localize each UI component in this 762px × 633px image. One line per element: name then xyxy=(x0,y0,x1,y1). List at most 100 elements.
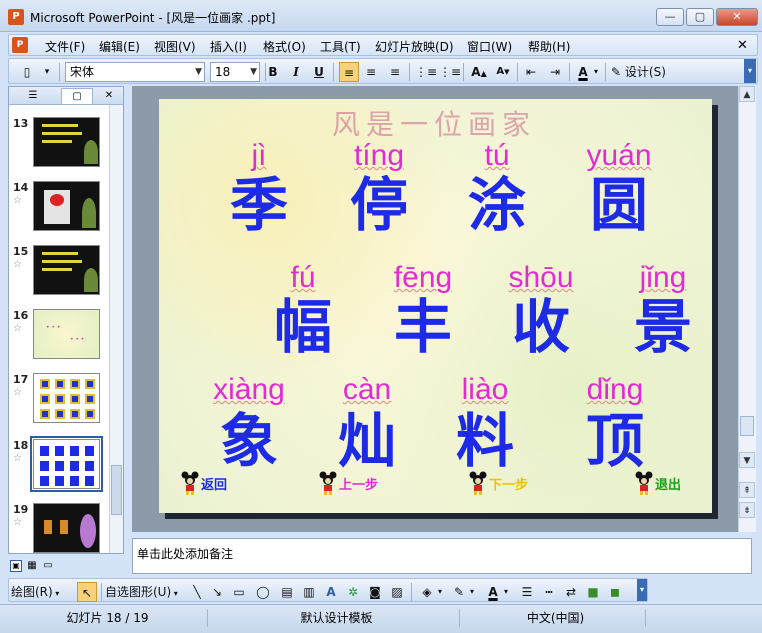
oval-tool-icon[interactable]: ◯ xyxy=(253,582,273,602)
diagram-icon[interactable]: ✲ xyxy=(343,582,363,602)
language-indicator[interactable]: 中文(中国) xyxy=(466,609,646,627)
increase-font-icon[interactable]: A▲ xyxy=(469,62,489,82)
normal-view-icon[interactable]: ▣ xyxy=(10,560,22,572)
vertical-scrollbar[interactable]: ▲ ▼ ⇞ ⇟ xyxy=(738,86,756,532)
chevron-down-icon[interactable]: ▼ xyxy=(250,63,257,81)
menu-insert[interactable]: 插入(I) xyxy=(210,38,247,55)
font-color-button[interactable]: A xyxy=(573,62,593,82)
numbered-list-icon[interactable]: ⋮≡ xyxy=(415,62,437,82)
slide-nav-button[interactable]: 下一步 xyxy=(469,471,528,495)
document-close-button[interactable]: ✕ xyxy=(737,38,748,53)
new-document-icon[interactable]: ▯ xyxy=(17,62,37,82)
scroll-up-icon[interactable]: ▲ xyxy=(739,86,755,102)
insert-picture-icon[interactable]: ▨ xyxy=(387,582,407,602)
outline-tab-icon[interactable]: ☰ xyxy=(17,88,49,104)
align-right-icon[interactable]: ≡ xyxy=(385,62,405,82)
maximize-button[interactable]: ▢ xyxy=(686,8,714,26)
3d-style-icon[interactable]: ◼ xyxy=(605,582,625,602)
chinese-character[interactable]: 圆 xyxy=(549,173,689,237)
font-size-select[interactable]: 18 ▼ xyxy=(210,62,260,82)
powerpoint-app-icon[interactable]: P xyxy=(8,9,24,25)
select-pointer-icon[interactable]: ↖ xyxy=(77,582,97,602)
menu-window[interactable]: 窗口(W) xyxy=(467,38,512,55)
fill-color-icon[interactable]: ◈ xyxy=(417,582,437,602)
menu-format[interactable]: 格式(O) xyxy=(263,38,306,55)
wordart-icon[interactable]: A xyxy=(321,582,341,602)
slide-nav-button[interactable]: 返回 xyxy=(181,471,227,495)
line-style-icon[interactable]: ☰ xyxy=(517,582,537,602)
pinyin-label[interactable]: jǐng xyxy=(593,261,712,295)
decrease-font-icon[interactable]: A▼ xyxy=(493,62,513,82)
slide-nav-label[interactable]: 上一步 xyxy=(339,478,378,493)
slide-canvas[interactable]: 风是一位画家 jì 季 tíng 停 tú 涂 yuán 圆 fú 幅 fēng 丰 shōu 收 jǐng… xyxy=(159,99,712,513)
toolbar-options-icon[interactable]: ▾ xyxy=(37,62,57,82)
document-icon[interactable]: P xyxy=(12,37,28,53)
menu-file[interactable]: 文件(F) xyxy=(45,38,85,55)
close-button[interactable]: ✕ xyxy=(716,8,758,26)
menu-edit[interactable]: 编辑(E) xyxy=(99,38,140,55)
menu-help[interactable]: 帮助(H) xyxy=(528,38,570,55)
slide-thumbnail[interactable] xyxy=(33,373,100,423)
shadow-style-icon[interactable]: ■ xyxy=(583,582,603,602)
underline-button[interactable]: U xyxy=(309,62,329,82)
chinese-character[interactable]: 涂 xyxy=(427,173,567,237)
chevron-down-icon[interactable]: ▼ xyxy=(195,63,202,81)
slide-thumbnail[interactable] xyxy=(30,436,103,492)
previous-slide-icon[interactable]: ⇞ xyxy=(739,482,755,498)
chevron-down-icon[interactable]: ▾ xyxy=(435,582,445,602)
slide-thumbnail[interactable] xyxy=(33,245,100,295)
slideshow-view-icon[interactable]: ▭ xyxy=(42,560,54,572)
chinese-character[interactable]: 料 xyxy=(415,409,555,473)
pinyin-label[interactable]: tú xyxy=(427,139,567,173)
chinese-character[interactable]: 季 xyxy=(189,173,329,237)
scroll-thumb[interactable] xyxy=(740,416,754,436)
toolbar-overflow-icon[interactable]: ▾ xyxy=(637,579,647,601)
slide-nav-label[interactable]: 退出 xyxy=(655,478,681,493)
pane-close-button[interactable]: ✕ xyxy=(99,88,119,104)
decrease-indent-icon[interactable]: ⇤ xyxy=(521,62,541,82)
vertical-textbox-icon[interactable]: ▥ xyxy=(299,582,319,602)
chinese-character[interactable]: 景 xyxy=(593,295,712,359)
font-name-select[interactable]: 宋体 ▼ xyxy=(65,62,205,82)
chevron-down-icon[interactable]: ▾ xyxy=(467,582,477,602)
design-template-name[interactable]: 默认设计模板 xyxy=(214,609,460,627)
slide-sorter-icon[interactable]: ▦ xyxy=(26,560,38,572)
pinyin-label[interactable]: shōu xyxy=(471,261,611,295)
slide-title[interactable]: 风是一位画家 xyxy=(219,103,649,143)
slide-nav-button[interactable]: 退出 xyxy=(635,471,681,495)
align-left-icon[interactable]: ≡ xyxy=(339,62,359,82)
align-center-icon[interactable]: ≡ xyxy=(361,62,381,82)
arrow-style-icon[interactable]: ⇄ xyxy=(561,582,581,602)
chinese-character[interactable]: 顶 xyxy=(545,409,685,473)
textbox-tool-icon[interactable]: ▤ xyxy=(277,582,297,602)
chevron-down-icon[interactable]: ▾ xyxy=(501,582,511,602)
scroll-down-icon[interactable]: ▼ xyxy=(739,452,755,468)
slide-thumbnail[interactable] xyxy=(33,503,100,553)
design-button[interactable]: ✎ 设计(S) xyxy=(611,62,681,82)
menu-tools[interactable]: 工具(T) xyxy=(320,38,361,55)
italic-button[interactable]: I xyxy=(286,62,306,82)
chevron-down-icon[interactable]: ▾ xyxy=(591,62,601,82)
thumbnail-scrollbar[interactable] xyxy=(109,105,123,553)
next-slide-icon[interactable]: ⇟ xyxy=(739,502,755,518)
notes-placeholder[interactable]: 单击此处添加备注 xyxy=(137,545,233,562)
pinyin-label[interactable]: dǐng xyxy=(545,373,685,407)
line-tool-icon[interactable]: ╲ xyxy=(187,582,207,602)
increase-indent-icon[interactable]: ⇥ xyxy=(545,62,565,82)
toolbar-overflow-icon[interactable]: ▾ xyxy=(744,59,756,83)
draw-menu-button[interactable]: 绘图(R) ▾ xyxy=(11,582,71,602)
menu-view[interactable]: 视图(V) xyxy=(154,38,196,55)
slide-nav-label[interactable]: 返回 xyxy=(201,478,227,493)
pinyin-label[interactable]: jì xyxy=(189,139,329,173)
slide-nav-label[interactable]: 下一步 xyxy=(489,478,528,493)
pinyin-label[interactable]: yuán xyxy=(549,139,689,173)
autoshapes-menu-button[interactable]: 自选图形(U) ▾ xyxy=(105,582,185,602)
line-color-icon[interactable]: ✎ xyxy=(449,582,469,602)
slide-nav-button[interactable]: 上一步 xyxy=(319,471,378,495)
slides-tab-icon[interactable]: ▢ xyxy=(61,88,93,104)
chinese-character[interactable]: 幅 xyxy=(233,295,373,359)
rectangle-tool-icon[interactable]: ▭ xyxy=(229,582,249,602)
font-color-icon[interactable]: A xyxy=(483,582,503,602)
minimize-button[interactable]: — xyxy=(656,8,684,26)
scroll-thumb[interactable] xyxy=(111,465,122,515)
